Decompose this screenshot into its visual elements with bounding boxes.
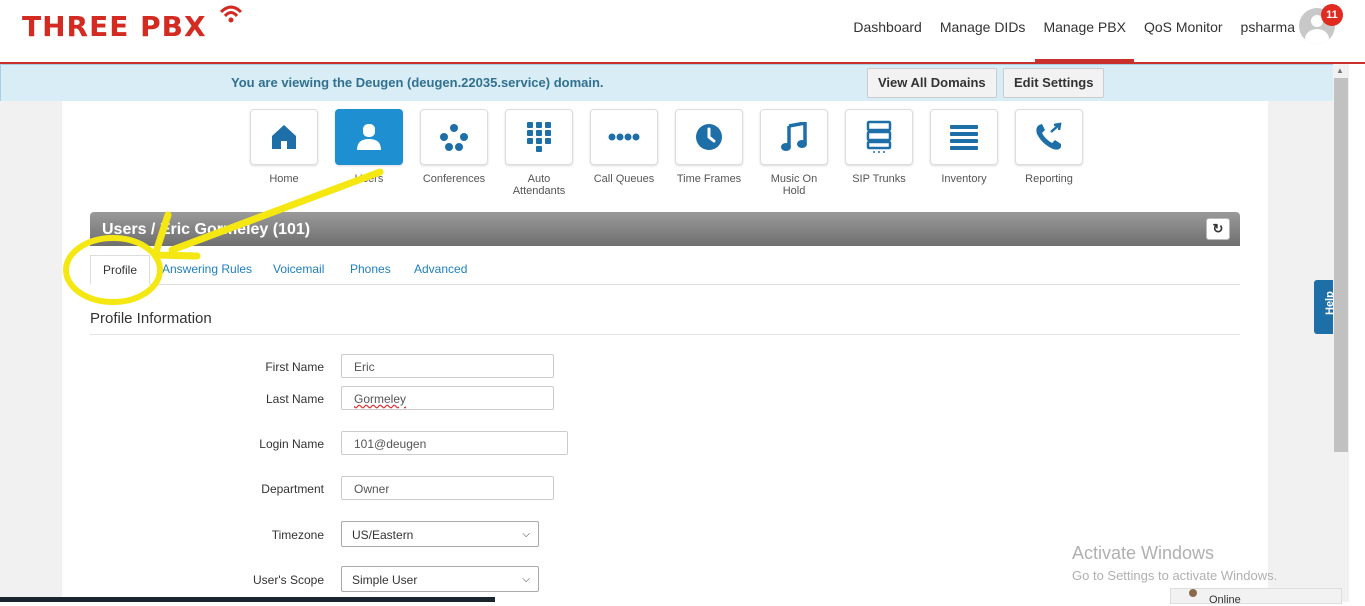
domain-message: You are viewing the Deugen (deugen.22035…: [231, 75, 604, 90]
nav-dashboard[interactable]: Dashboard: [853, 19, 922, 35]
tabs: Profile Answering Rules Voicemail Phones…: [90, 255, 1240, 285]
tile-label: Reporting: [1025, 173, 1073, 185]
edit-settings-button[interactable]: Edit Settings: [1003, 68, 1105, 98]
tile-label: Time Frames: [676, 173, 742, 185]
tile-label: Home: [269, 173, 299, 185]
wifi-icon: [219, 5, 243, 23]
left-gutter: [0, 101, 62, 602]
tile-conferences[interactable]: Conferences: [420, 109, 488, 197]
first-name-input[interactable]: Eric: [341, 354, 554, 378]
three-pbx-logo[interactable]: THREE PBX: [22, 5, 243, 43]
scrollbar-thumb[interactable]: [1334, 78, 1348, 452]
view-all-domains-button[interactable]: View All Domains: [867, 68, 997, 98]
server-icon: [866, 120, 892, 153]
main-nav: Dashboard Manage DIDs Manage PBX QoS Mon…: [853, 19, 1295, 63]
online-label: Online: [1209, 594, 1241, 606]
tile-music-on-hold[interactable]: Music On Hold: [760, 109, 828, 197]
department-input[interactable]: Owner: [341, 476, 554, 500]
tile-label: Music On Hold: [770, 173, 818, 197]
breadcrumb: Users / Eric Gormeley (101): [102, 221, 311, 238]
nav-user-menu[interactable]: psharma: [1241, 19, 1295, 35]
chevron-down-icon: ⌵: [522, 574, 530, 585]
tile-call-queues[interactable]: Call Queues: [590, 109, 658, 197]
divider: [90, 334, 1240, 335]
refresh-icon: ↻: [1212, 221, 1224, 236]
top-header: THREE PBX Dashboard Manage DIDs Manage P…: [0, 0, 1365, 64]
scroll-up-icon[interactable]: ▲: [1336, 66, 1344, 75]
nav-qos-monitor[interactable]: QoS Monitor: [1144, 19, 1223, 35]
activate-windows-title: Activate Windows: [1072, 543, 1215, 563]
tile-time-frames[interactable]: Time Frames: [675, 109, 743, 197]
conference-icon: [440, 124, 468, 151]
timezone-label: Timezone: [271, 528, 324, 542]
tile-reporting[interactable]: Reporting: [1015, 109, 1083, 197]
section-title: Profile Information: [90, 310, 212, 327]
nav-manage-pbx[interactable]: Manage PBX: [1035, 19, 1134, 63]
home-icon: [272, 125, 296, 149]
nav-manage-dids[interactable]: Manage DIDs: [940, 19, 1026, 35]
tile-label: Inventory: [941, 173, 987, 185]
tile-label: Auto Attendants: [512, 173, 566, 197]
tab-advanced[interactable]: Advanced: [414, 255, 467, 283]
last-name-input[interactable]: Gormeley: [341, 386, 554, 410]
notification-badge[interactable]: 11: [1321, 4, 1343, 26]
scope-label: User's Scope: [253, 573, 324, 587]
tile-home[interactable]: Home: [250, 109, 318, 197]
user-icon: [357, 124, 381, 150]
refresh-button[interactable]: ↻: [1206, 218, 1230, 240]
list-icon: [950, 125, 978, 150]
music-icon: [781, 122, 807, 151]
login-name-input[interactable]: 101@deugen: [341, 431, 568, 455]
avatar-body: [1305, 29, 1329, 44]
login-name-label: Login Name: [259, 437, 324, 451]
domain-banner: You are viewing the Deugen (deugen.22035…: [0, 64, 1335, 102]
clock-icon: [696, 124, 722, 150]
page-title-bar: Users / Eric Gormeley (101) ↻: [90, 212, 1240, 246]
tile-users[interactable]: Users: [335, 109, 403, 197]
department-label: Department: [261, 482, 324, 496]
tile-label: Call Queues: [593, 173, 655, 185]
last-name-value: Gormeley: [354, 392, 407, 406]
app-tiles: Home Users Conferences Auto Attendants C…: [250, 109, 1083, 197]
tile-label: Users: [354, 173, 384, 185]
scope-value: Simple User: [352, 573, 418, 587]
tab-phones[interactable]: Phones: [350, 255, 391, 283]
tile-inventory[interactable]: Inventory: [930, 109, 998, 197]
keypad-icon: [527, 122, 551, 152]
tab-answering-rules[interactable]: Answering Rules: [162, 255, 252, 283]
user-status-icon: [1189, 589, 1197, 597]
tile-auto-attendants[interactable]: Auto Attendants: [505, 109, 573, 197]
tile-sip-trunks[interactable]: SIP Trunks: [845, 109, 913, 197]
last-name-label: Last Name: [265, 392, 324, 406]
right-gutter: [1268, 101, 1333, 602]
phone-icon: [1036, 122, 1062, 150]
timezone-value: US/Eastern: [352, 528, 414, 542]
dots-icon: [608, 133, 640, 141]
window-edge: [1349, 64, 1365, 602]
chevron-down-icon: ⌵: [522, 529, 530, 540]
tile-label: SIP Trunks: [852, 173, 906, 185]
scope-select[interactable]: Simple User ⌵: [341, 566, 539, 592]
tab-voicemail[interactable]: Voicemail: [273, 255, 324, 283]
activate-windows-subtitle: Go to Settings to activate Windows.: [1072, 568, 1278, 583]
bottom-bar: [0, 597, 495, 602]
tile-label: Conferences: [422, 173, 486, 185]
first-name-label: First Name: [265, 360, 324, 374]
tab-profile[interactable]: Profile: [90, 255, 150, 285]
timezone-select[interactable]: US/Eastern ⌵: [341, 521, 539, 547]
